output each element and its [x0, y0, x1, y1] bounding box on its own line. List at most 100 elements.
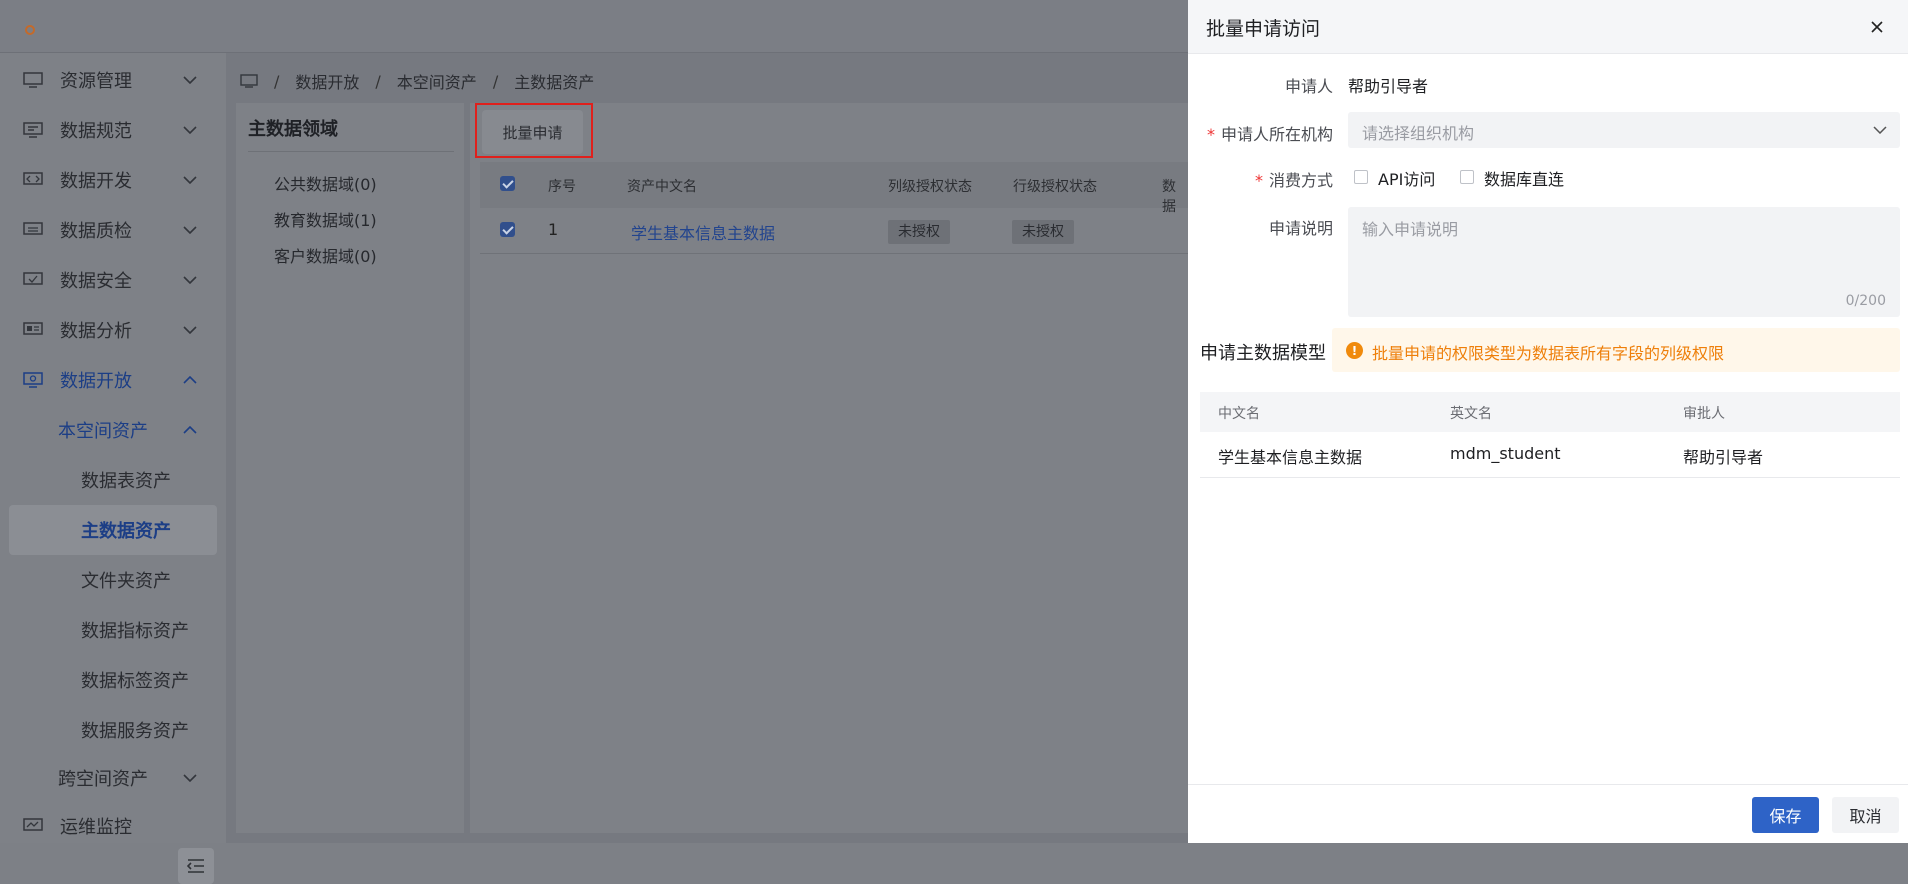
chevron-up-icon [182, 372, 198, 388]
domain-panel: 主数据领域 公共数据域(0) 教育数据域(1) 客户数据域(0) [236, 103, 464, 833]
open-data-icon [22, 371, 44, 389]
batch-apply-drawer: 批量申请访问 申请人 帮助引导者 * 申请人所在机构 请选择组织机构 * 消费方式 … [1188, 0, 1908, 843]
breadcrumb-item[interactable]: 数据开放 [295, 69, 359, 93]
logo-icon [25, 25, 35, 35]
model-cn-name: 学生基本信息主数据 [1218, 448, 1363, 467]
model-en-name: mdm_student [1450, 444, 1561, 463]
applicant-label: 申请人 [1284, 77, 1333, 96]
chevron-down-icon [182, 322, 198, 338]
sidebar-item-label: 运维监控 [60, 817, 132, 838]
close-icon[interactable] [1868, 18, 1886, 36]
sidebar-item-ops[interactable]: 运维监控 [0, 801, 226, 851]
chevron-down-icon [182, 222, 198, 238]
breadcrumb: / 数据开放 / 本空间资产 / 主数据资产 [240, 69, 594, 93]
chevron-down-icon [1872, 122, 1888, 138]
sidebar-item-label: 数据开放 [60, 371, 132, 392]
sidebar-item-resource[interactable]: 资源管理 [0, 55, 226, 105]
select-all-checkbox[interactable] [500, 176, 515, 191]
chart-screen-icon [22, 321, 44, 339]
breadcrumb-separator: / [492, 71, 499, 91]
sidebar-sub-label: 跨空间资产 [58, 769, 148, 790]
sidebar-item-label: 数据分析 [60, 321, 132, 342]
api-access-label[interactable]: API访问 [1378, 166, 1435, 190]
chevron-down-icon [182, 172, 198, 188]
sidebar-leaf-folder-assets[interactable]: 文件夹资产 [0, 555, 226, 605]
required-mark: * [1254, 171, 1263, 190]
column-header: 审批人 [1683, 406, 1725, 422]
monitor-icon [22, 71, 44, 89]
column-header: 中文名 [1218, 406, 1260, 422]
breadcrumb-item-current: 主数据资产 [514, 73, 595, 92]
model-table-header: 中文名 英文名 审批人 [1200, 392, 1900, 432]
drawer-footer: 保存 取消 [1188, 784, 1908, 843]
model-approver: 帮助引导者 [1683, 448, 1764, 467]
sidebar-leaf-metric-assets[interactable]: 数据指标资产 [0, 605, 226, 655]
sidebar-item-analysis[interactable]: 数据分析 [0, 305, 226, 355]
domain-panel-title: 主数据领域 [248, 119, 338, 140]
sidebar-leaf-service-assets[interactable]: 数据服务资产 [0, 705, 226, 755]
status-badge: 未授权 [1012, 220, 1074, 244]
column-header[interactable]: 列级授权状态 [888, 176, 972, 196]
sidebar-item-label: 数据规范 [60, 121, 132, 142]
applicant-value: 帮助引导者 [1348, 77, 1429, 96]
sidebar-leaf-tag-assets[interactable]: 数据标签资产 [0, 655, 226, 705]
desc-placeholder: 输入申请说明 [1362, 220, 1459, 239]
sidebar-item-security[interactable]: 数据安全 [0, 255, 226, 305]
sidebar-leaf-label: 文件夹资产 [81, 571, 171, 592]
asset-name-link[interactable]: 学生基本信息主数据 [631, 220, 775, 244]
document-icon [22, 121, 44, 139]
save-button[interactable]: 保存 [1752, 797, 1819, 833]
required-mark: * [1206, 125, 1215, 144]
sidebar-leaf-label: 数据表资产 [81, 471, 171, 492]
sidebar-item-label: 资源管理 [60, 71, 132, 92]
home-icon[interactable] [240, 74, 258, 88]
chevron-down-icon [182, 72, 198, 88]
collapse-sidebar-button[interactable] [178, 848, 214, 884]
sidebar-sub-cross-assets[interactable]: 跨空间资产 [0, 753, 226, 803]
table-header: 序号 资产中文名 列级授权状态 行级授权状态 数据 [480, 162, 1188, 215]
domain-item[interactable]: 客户数据域(0) [274, 243, 377, 267]
sidebar-leaf-label: 数据服务资产 [81, 721, 189, 742]
sidebar-item-label: 数据质检 [60, 221, 132, 242]
alert-text: 批量申请的权限类型为数据表所有字段的列级权限 [1372, 344, 1725, 363]
sidebar-sub-local-assets[interactable]: 本空间资产 [0, 405, 226, 455]
db-direct-checkbox[interactable] [1460, 170, 1474, 184]
chevron-down-icon [182, 770, 198, 786]
chevron-down-icon [182, 122, 198, 138]
chevron-down-icon [182, 272, 198, 288]
desc-textarea[interactable]: 输入申请说明 0/200 [1348, 207, 1900, 317]
column-header[interactable]: 资产中文名 [627, 176, 697, 196]
sidebar-leaf-label: 数据标签资产 [81, 671, 189, 692]
api-access-checkbox[interactable] [1354, 170, 1368, 184]
column-header[interactable]: 行级授权状态 [1013, 176, 1097, 196]
sidebar-sub-label: 本空间资产 [58, 421, 148, 442]
consume-label: * 消费方式 [1254, 171, 1333, 190]
sidebar-item-standard[interactable]: 数据规范 [0, 105, 226, 155]
org-placeholder: 请选择组织机构 [1362, 124, 1475, 143]
cancel-button[interactable]: 取消 [1832, 797, 1899, 833]
breadcrumb-separator: / [375, 71, 381, 91]
shield-screen-icon [22, 271, 44, 289]
divider [248, 151, 454, 152]
sidebar-leaf-label: 主数据资产 [81, 521, 171, 542]
domain-item[interactable]: 教育数据域(1) [274, 207, 377, 231]
sidebar-item-open[interactable]: 数据开放 [0, 355, 226, 405]
collapse-icon [187, 859, 204, 873]
breadcrumb-separator: / [274, 71, 280, 91]
sidebar-item-label: 数据安全 [60, 271, 132, 292]
domain-item[interactable]: 公共数据域(0) [274, 171, 377, 195]
check-screen-icon [22, 221, 44, 239]
breadcrumb-item[interactable]: 本空间资产 [397, 69, 477, 93]
sidebar-item-label: 数据开发 [60, 171, 132, 192]
sidebar-item-develop[interactable]: 数据开发 [0, 155, 226, 205]
db-direct-label[interactable]: 数据库直连 [1484, 166, 1564, 190]
batch-apply-button[interactable]: 批量申请 [482, 110, 583, 154]
sidebar-leaf-master-assets[interactable]: 主数据资产 [9, 505, 217, 555]
column-header: 英文名 [1450, 406, 1492, 422]
org-select[interactable]: 请选择组织机构 [1348, 112, 1900, 148]
row-checkbox[interactable] [500, 222, 515, 237]
sidebar-leaf-table-assets[interactable]: 数据表资产 [0, 455, 226, 505]
sidebar-item-quality[interactable]: 数据质检 [0, 205, 226, 255]
monitor-chart-icon [22, 817, 44, 835]
table-row[interactable]: 1 学生基本信息主数据 未授权 未授权 [480, 208, 1188, 254]
